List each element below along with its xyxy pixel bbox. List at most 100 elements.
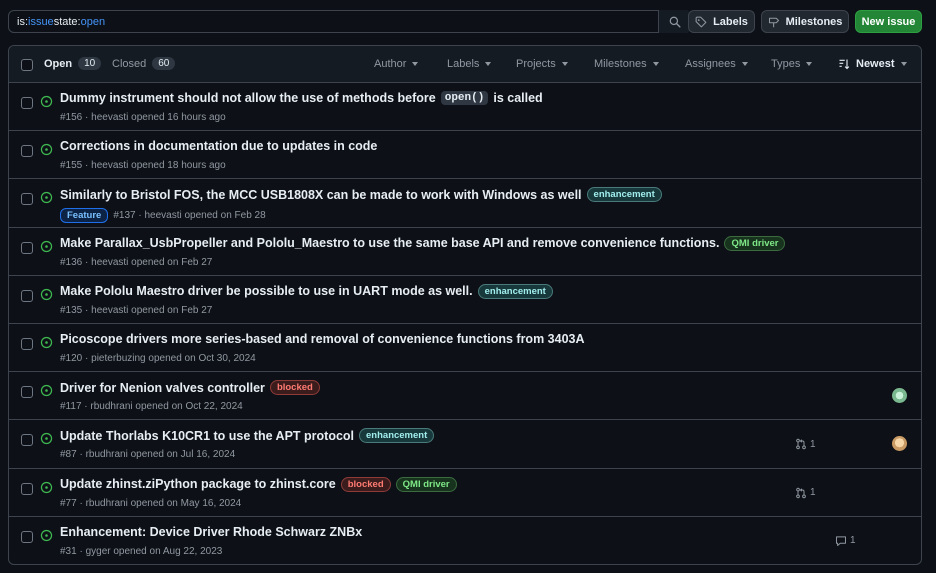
sort-desc-icon	[838, 58, 850, 70]
comment-count: 1	[850, 535, 856, 547]
issue-row[interactable]: Update Thorlabs K10CR1 to use the APT pr…	[9, 420, 921, 469]
issue-row[interactable]: Update zhinst.ziPython package to zhinst…	[9, 469, 921, 517]
issue-open-icon	[40, 288, 53, 301]
issue-title-line: Make Parallax_UsbPropeller and Pololu_Ma…	[60, 235, 786, 251]
milestone-icon	[768, 16, 780, 28]
issues-list-header: Open 10 Closed 60 Author Labels Projects…	[9, 46, 921, 83]
issue-row[interactable]: Dummy instrument should not allow the us…	[9, 83, 921, 132]
issue-title[interactable]: Driver for Nenion valves controller	[60, 381, 265, 395]
issue-meta-line: #117 · rbudhrani opened on Oct 22, 2024	[60, 401, 243, 412]
issue-title[interactable]: Dummy instrument should not allow the us…	[60, 91, 436, 105]
issue-meta-line: #155 · heevasti opened 18 hours ago	[60, 160, 226, 171]
tab-closed-label: Closed	[112, 57, 147, 70]
issue-checkbox[interactable]	[21, 482, 33, 495]
pull-request-icon	[795, 487, 807, 499]
label-blocked[interactable]: blocked	[269, 380, 320, 396]
new-issue-button[interactable]: New issue	[855, 10, 922, 33]
label-qmi[interactable]: QMI driver	[724, 235, 786, 251]
issue-title-line: Picoscope drivers more series-based and …	[60, 332, 585, 346]
label-enhancement[interactable]: enhancement	[586, 187, 662, 203]
issue-title[interactable]: Update zhinst.ziPython package to zhinst…	[60, 477, 336, 491]
issue-open-icon	[40, 191, 53, 204]
issue-title[interactable]: Enhancement: Device Driver Rhode Schwarz…	[60, 525, 362, 539]
issue-open-icon	[40, 432, 53, 445]
labels-filter[interactable]: Labels	[447, 58, 492, 70]
select-all-checkbox[interactable]	[21, 59, 33, 71]
tab-open[interactable]: Open 10	[44, 57, 102, 70]
tag-icon	[695, 16, 707, 28]
issue-title[interactable]: Make Parallax_UsbPropeller and Pololu_Ma…	[60, 236, 719, 250]
projects-filter[interactable]: Projects	[516, 58, 568, 70]
search-input[interactable]: is: issue state: open	[8, 10, 691, 33]
milestones-filter[interactable]: Milestones	[594, 58, 659, 70]
assignee-avatar[interactable]	[892, 388, 907, 404]
search-button[interactable]	[658, 10, 691, 33]
query-value-open: open	[80, 15, 106, 28]
issue-checkbox[interactable]	[21, 145, 33, 158]
issue-checkbox[interactable]	[21, 530, 33, 543]
assignees-filter-label: Assignees	[685, 58, 736, 70]
comment-indicator[interactable]: 1	[835, 535, 856, 547]
issue-title[interactable]: Update Thorlabs K10CR1 to use the APT pr…	[60, 429, 354, 443]
issue-checkbox[interactable]	[21, 386, 33, 399]
issue-meta-line: #77 · rbudhrani opened on May 16, 2024	[60, 498, 241, 509]
issue-meta: #156 · heevasti opened 16 hours ago	[60, 112, 226, 123]
chevron-down-icon	[900, 62, 907, 66]
issue-row[interactable]: Corrections in documentation due to upda…	[9, 131, 921, 180]
linked-pr-indicator[interactable]: 1	[795, 487, 816, 499]
label-enhancement[interactable]: enhancement	[359, 428, 435, 444]
issue-row[interactable]: Make Pololu Maestro driver be possible t…	[9, 276, 921, 324]
tab-closed[interactable]: Closed 60	[112, 57, 176, 70]
issue-open-icon	[40, 384, 53, 397]
types-filter[interactable]: Types	[771, 58, 813, 70]
issue-type-badge[interactable]: Feature	[60, 208, 109, 224]
issue-meta-line: #156 · heevasti opened 16 hours ago	[60, 112, 226, 123]
labels-button[interactable]: Labels	[688, 10, 755, 33]
issue-title[interactable]: Similarly to Bristol FOS, the MCC USB180…	[60, 188, 582, 202]
query-value-issue: issue	[28, 15, 54, 28]
pull-request-icon	[795, 438, 807, 450]
issue-title-line: Update Thorlabs K10CR1 to use the APT pr…	[60, 428, 435, 444]
issue-title-suffix[interactable]: is called	[493, 91, 542, 105]
issue-meta: #137 · heevasti opened on Feb 28	[113, 210, 266, 222]
issue-rows: Dummy instrument should not allow the us…	[9, 83, 921, 564]
issue-checkbox[interactable]	[21, 289, 33, 302]
issue-row[interactable]: Driver for Nenion valves controller block…	[9, 372, 921, 421]
new-issue-button-label: New issue	[861, 15, 916, 28]
milestones-filter-label: Milestones	[594, 58, 647, 70]
issue-open-icon	[40, 481, 53, 494]
issue-title-code: open()	[440, 91, 489, 105]
assignee-avatar[interactable]	[892, 436, 907, 452]
issue-row[interactable]: Similarly to Bristol FOS, the MCC USB180…	[9, 179, 921, 228]
chevron-down-icon	[741, 62, 748, 66]
label-enhancement[interactable]: enhancement	[477, 283, 553, 299]
issue-meta-line: #31 · gyger opened on Aug 22, 2023	[60, 546, 222, 557]
issues-list: Open 10 Closed 60 Author Labels Projects…	[8, 45, 922, 565]
chevron-down-icon	[561, 62, 568, 66]
sort-dropdown-label: Newest	[856, 58, 895, 70]
label-blocked[interactable]: blocked	[340, 476, 391, 492]
issue-open-icon	[40, 529, 53, 542]
issue-row[interactable]: Make Parallax_UsbPropeller and Pololu_Ma…	[9, 228, 921, 276]
issue-meta: #120 · pieterbuzing opened on Oct 30, 20…	[60, 352, 256, 364]
sort-dropdown[interactable]: Newest	[838, 58, 907, 70]
issue-row[interactable]: Enhancement: Device Driver Rhode Schwarz…	[9, 517, 921, 564]
issue-checkbox[interactable]	[21, 241, 33, 254]
issue-title-line: Dummy instrument should not allow the us…	[60, 91, 543, 105]
linked-pr-indicator[interactable]: 1	[795, 438, 816, 450]
issue-checkbox[interactable]	[21, 434, 33, 447]
issue-checkbox[interactable]	[21, 193, 33, 206]
issue-row[interactable]: Picoscope drivers more series-based and …	[9, 324, 921, 373]
issue-open-icon	[40, 336, 53, 349]
author-filter-label: Author	[374, 58, 407, 70]
issue-title[interactable]: Make Pololu Maestro driver be possible t…	[60, 284, 473, 298]
types-filter-label: Types	[771, 58, 801, 70]
label-qmi[interactable]: QMI driver	[395, 476, 457, 492]
assignees-filter[interactable]: Assignees	[685, 58, 748, 70]
issue-title[interactable]: Picoscope drivers more series-based and …	[60, 332, 585, 346]
issue-checkbox[interactable]	[21, 97, 33, 109]
issue-checkbox[interactable]	[21, 337, 33, 350]
issue-title[interactable]: Corrections in documentation due to upda…	[60, 139, 377, 153]
author-filter[interactable]: Author	[374, 58, 419, 70]
milestones-button[interactable]: Milestones	[761, 10, 849, 33]
